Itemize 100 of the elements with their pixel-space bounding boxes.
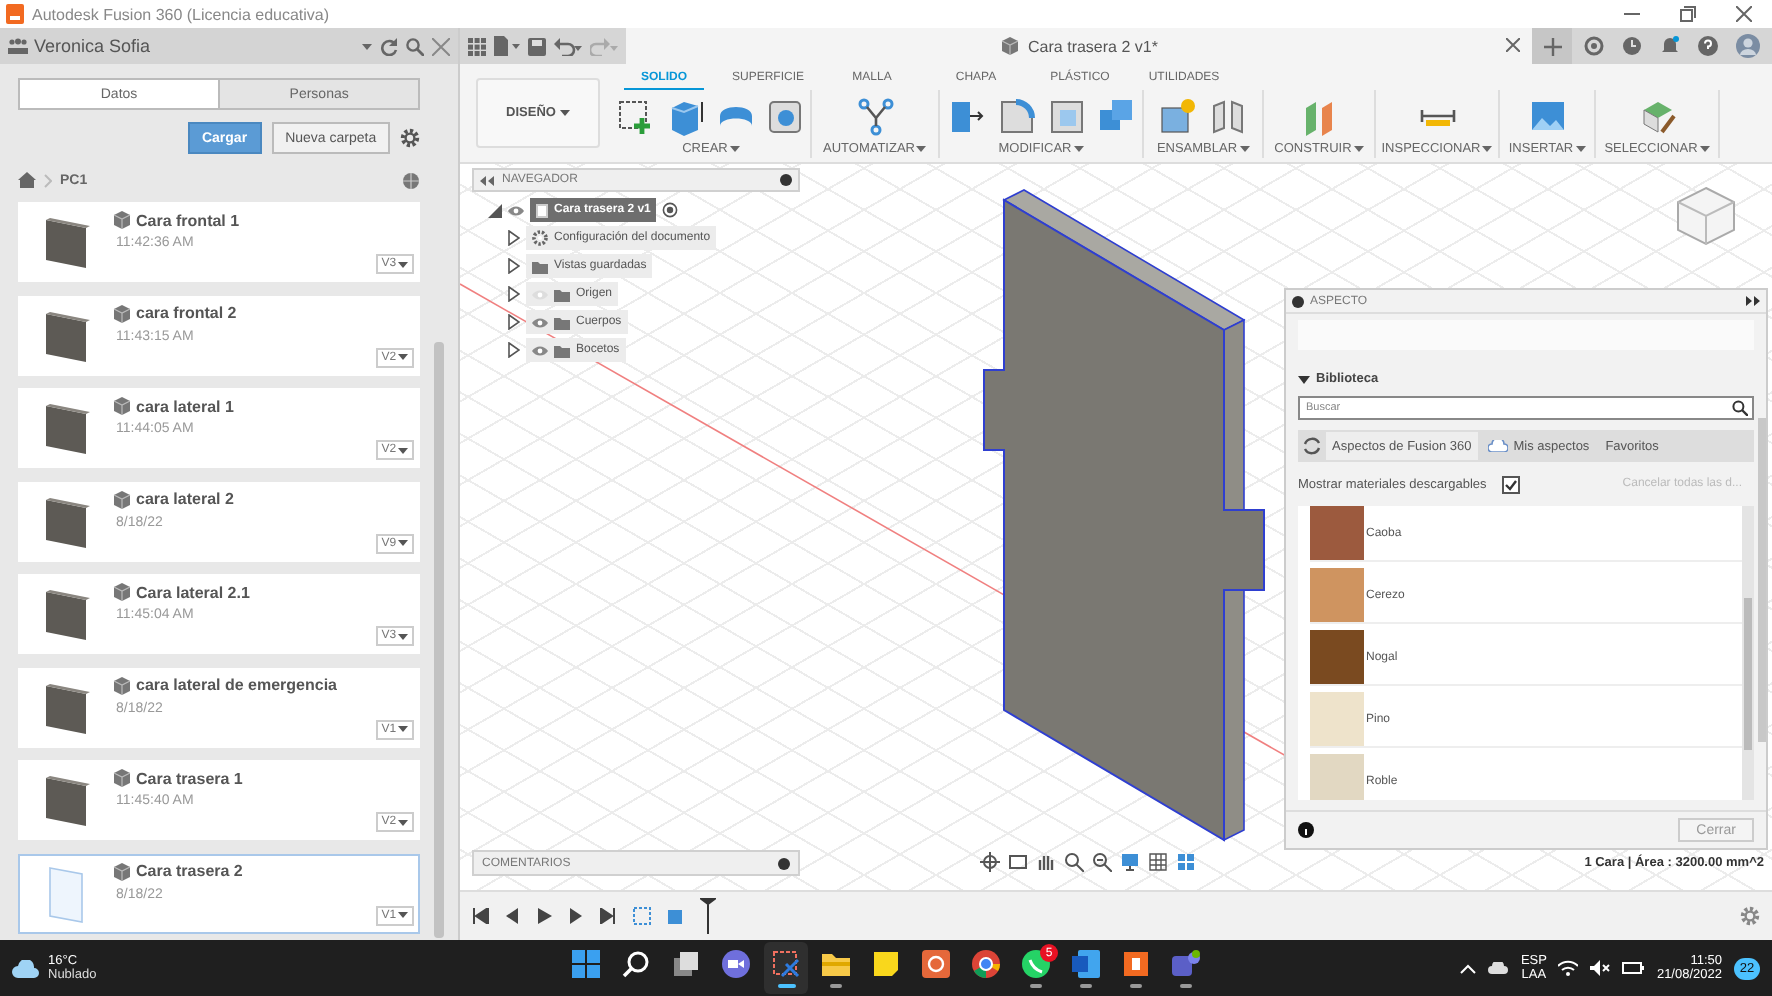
close-icon[interactable] [1736,6,1752,22]
viewports-icon[interactable] [1176,852,1196,872]
search-icon[interactable] [1732,400,1748,416]
caret-icon [1239,145,1250,151]
file-icon[interactable] [494,36,520,56]
undo-icon[interactable] [554,37,582,55]
caret-icon [398,726,409,732]
caret-icon [398,261,409,267]
zoom-icon[interactable] [1064,852,1084,872]
collapse-icon[interactable] [480,175,494,185]
pin-icon[interactable] [1292,295,1304,307]
orbit-icon[interactable] [980,852,1000,872]
scrollbar[interactable] [1742,506,1754,800]
pan-icon[interactable] [1036,852,1056,872]
wifi-icon[interactable] [1558,960,1579,976]
battery-icon[interactable] [1622,962,1645,974]
design-icon [1000,36,1021,56]
file-name: cara frontal 2 [136,304,237,322]
restore-icon[interactable] [1680,6,1696,22]
design-icon [112,768,132,788]
chevron-up-icon[interactable] [1460,963,1477,973]
sticky-note-icon [870,948,902,980]
play-icon[interactable] [536,908,554,924]
plus-icon [1543,37,1561,55]
info-icon[interactable] [1298,822,1314,838]
sketch-icon[interactable] [616,95,656,135]
expand-icon[interactable] [1746,296,1760,306]
design-icon [112,582,132,602]
task-view-icon [670,948,702,980]
muted-speaker-icon[interactable] [1590,960,1611,976]
file-name: cara lateral de emergencia [136,676,338,694]
snipping-icon [770,948,802,980]
cad-app-icon [1120,948,1152,980]
pin-icon[interactable] [780,174,792,186]
shell-icon[interactable] [1046,95,1086,135]
caret-icon [398,447,409,453]
new-tab-button[interactable] [1532,28,1572,64]
hole-icon[interactable] [766,95,806,135]
design-icon [112,303,132,323]
folder-icon [820,948,852,980]
skip-end-icon[interactable] [600,908,618,924]
eye-icon[interactable] [532,317,548,327]
caret-icon [398,912,409,918]
file-name: Cara frontal 1 [136,211,240,229]
bell-icon[interactable] [1660,36,1680,56]
skip-start-icon[interactable] [472,908,490,924]
globe-icon[interactable] [402,171,421,189]
activate-icon[interactable] [662,202,679,218]
caret-icon [1482,145,1493,151]
file-name: cara lateral 1 [136,397,234,415]
design-icon [112,396,132,416]
caret-icon [729,145,740,151]
sketch-feature-icon[interactable] [632,906,652,926]
home-icon[interactable] [18,172,36,188]
design-icon [112,861,132,881]
component-icon [536,203,548,217]
caret-icon [398,633,409,639]
scrollbar[interactable] [1758,418,1766,742]
step-back-icon[interactable] [504,908,522,924]
timeline-marker-icon[interactable] [700,898,716,934]
combine-icon[interactable] [1096,95,1136,135]
eye-icon[interactable] [532,345,548,355]
settings-icon[interactable] [1740,906,1760,926]
taskbar-app[interactable] [764,942,808,994]
look-at-icon[interactable] [1008,852,1028,872]
browser-icon [970,948,1002,980]
grid-menu-icon[interactable] [468,37,486,55]
cloud-icon[interactable] [1488,962,1509,974]
design-icon [112,489,132,509]
start-icon [570,948,602,980]
caret-icon [398,354,409,360]
collapse-arrow-icon[interactable] [488,203,502,217]
step-forward-icon[interactable] [568,908,586,924]
eye-icon[interactable] [508,205,524,215]
display-icon[interactable] [1120,852,1140,872]
collapse-arrow-icon[interactable] [1298,375,1310,383]
help-icon[interactable] [1698,36,1718,56]
window-title: Autodesk Fusion 360 (Licencia educativa) [32,5,332,23]
settings-icon[interactable] [400,128,421,148]
cloud-icon [12,959,40,977]
gear-icon [532,230,548,246]
automate-icon[interactable] [855,95,895,135]
fillet-icon[interactable] [996,95,1036,135]
extrude-feature-icon[interactable] [666,906,686,926]
pin-icon[interactable] [778,857,790,869]
save-icon[interactable] [528,37,546,55]
design-icon [112,675,132,695]
new-component-icon[interactable] [1158,95,1198,135]
checkbox[interactable] [1502,475,1521,493]
close-icon[interactable] [1506,38,1520,52]
joint-icon[interactable] [1208,95,1248,135]
video-chat-icon [720,948,752,980]
file-name: cara lateral 2 [136,490,234,508]
document-tab[interactable]: Cara trasera 2 v1* [1028,37,1158,55]
clock-icon[interactable] [1622,36,1642,56]
grid-icon[interactable] [1148,852,1168,872]
fit-icon[interactable] [1092,852,1112,872]
caret-icon [1353,145,1364,151]
document-icon [1070,948,1102,980]
caret-icon [916,145,927,151]
